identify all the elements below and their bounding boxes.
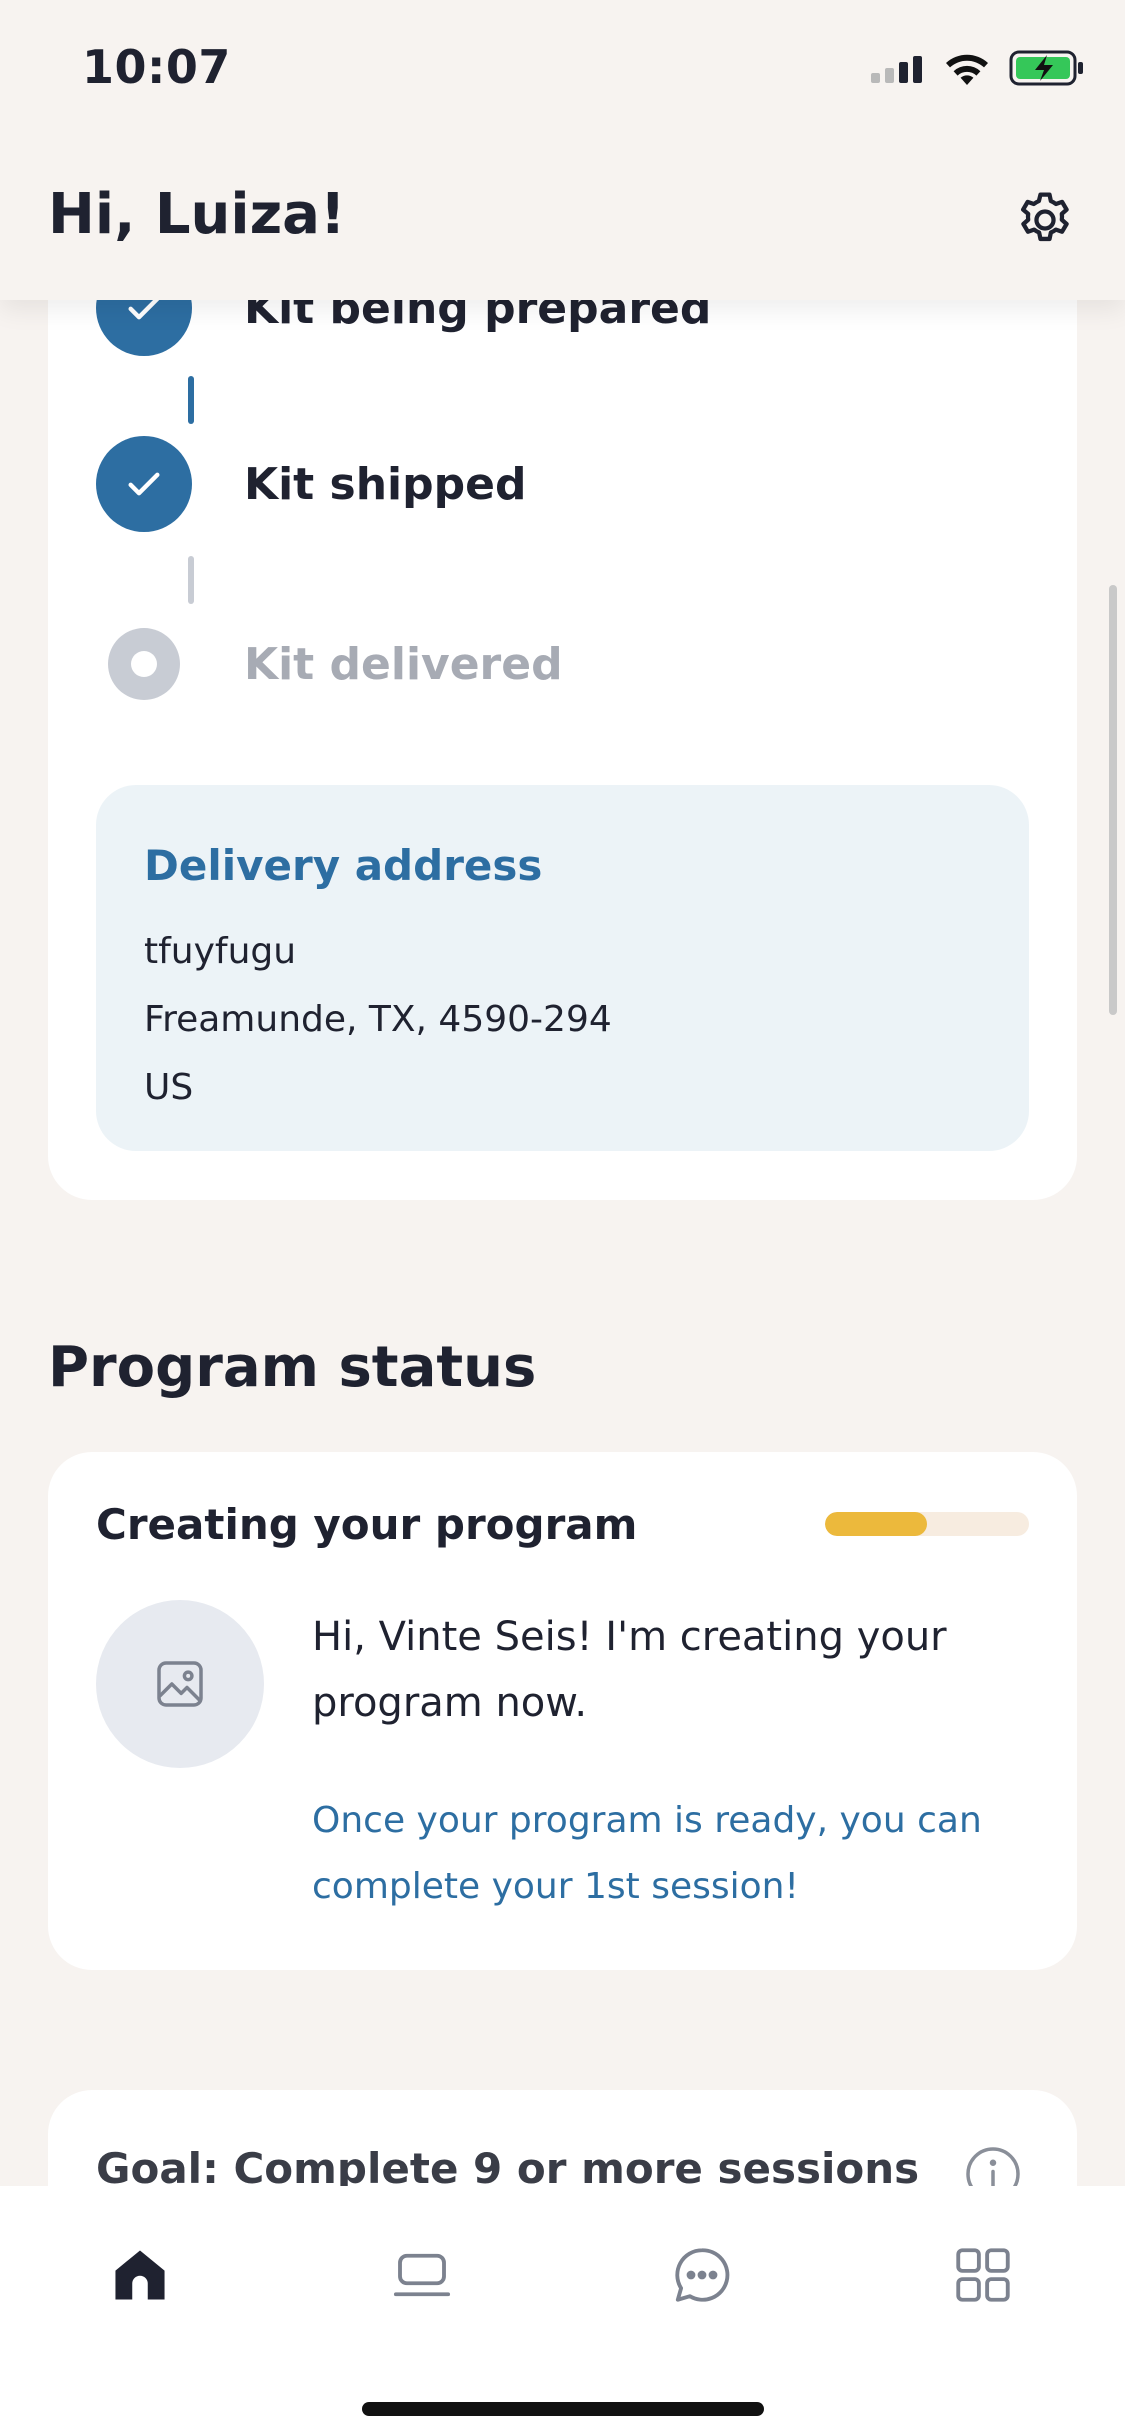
home-indicator[interactable] — [362, 2402, 764, 2416]
cellular-signal-icon — [871, 56, 922, 83]
tab-chat[interactable] — [657, 2230, 747, 2320]
app-header: Hi, Luiza! — [0, 140, 1125, 300]
status-time: 10:07 — [82, 40, 231, 94]
program-progress-bar — [825, 1512, 1029, 1536]
wifi-icon — [946, 54, 988, 85]
address-line: US — [144, 1067, 194, 1108]
status-bar: 10:07 — [0, 0, 1125, 140]
program-status-card[interactable]: Creating your program Hi, Vinte Seis! I'… — [48, 1452, 1077, 1970]
gear-icon[interactable] — [1013, 188, 1077, 252]
check-icon — [96, 436, 192, 532]
scrollbar[interactable] — [1109, 585, 1117, 1015]
step-kit-delivered: Kit delivered — [96, 628, 563, 700]
delivery-address-title: Delivery address — [144, 841, 543, 890]
address-line: tfuyfugu — [144, 931, 297, 972]
image-placeholder-icon — [157, 1661, 203, 1707]
delivery-address-box: Delivery address tfuyfugu Freamunde, TX,… — [96, 785, 1029, 1151]
program-card-title: Creating your program — [96, 1500, 638, 1549]
step-label: Kit delivered — [244, 638, 563, 690]
program-message: Hi, Vinte Seis! I'm creating your progra… — [312, 1614, 947, 1726]
tab-bar — [0, 2186, 1125, 2436]
kit-tracking-card: Kit being prepared Kit shipped Kit deliv… — [48, 250, 1077, 1200]
step-connector — [188, 556, 194, 604]
greeting-title: Hi, Luiza! — [48, 182, 346, 247]
avatar — [96, 1600, 264, 1768]
app-screen: Kit being prepared Kit shipped Kit deliv… — [0, 0, 1125, 2436]
program-status-heading: Program status — [48, 1335, 537, 1400]
grid-icon — [956, 2248, 1010, 2302]
program-note: Once your program is ready, you can comp… — [312, 1800, 982, 1907]
pending-step-icon — [108, 628, 180, 700]
tab-sessions[interactable] — [377, 2230, 467, 2320]
program-progress-fill — [825, 1512, 927, 1536]
scroll-content[interactable]: Kit being prepared Kit shipped Kit deliv… — [0, 0, 1125, 2436]
tab-home[interactable] — [95, 2230, 185, 2320]
step-kit-shipped: Kit shipped — [96, 436, 526, 532]
battery-charging-icon — [1009, 50, 1083, 86]
home-icon — [115, 2250, 165, 2300]
status-icons — [871, 48, 1085, 88]
chat-icon — [675, 2248, 730, 2302]
address-line: Freamunde, TX, 4590-294 — [144, 999, 612, 1040]
tab-more[interactable] — [938, 2230, 1028, 2320]
laptop-icon — [393, 2253, 451, 2297]
step-label: Kit shipped — [244, 458, 527, 510]
step-connector — [188, 376, 194, 424]
